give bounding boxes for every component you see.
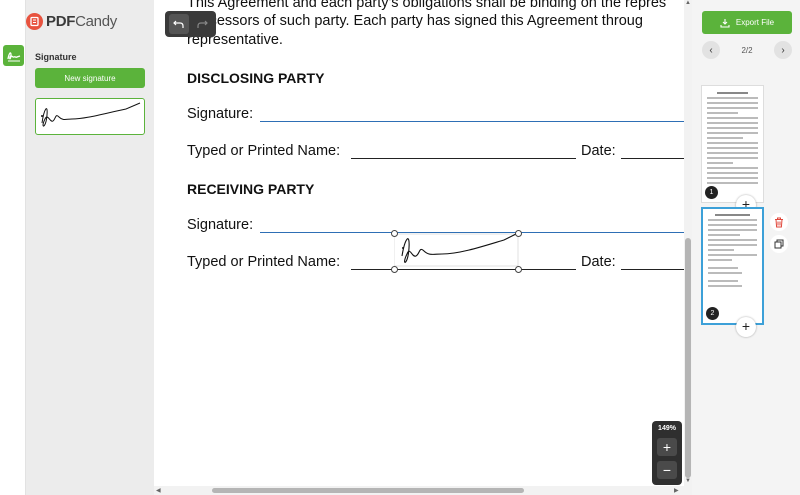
name-line-1 — [351, 158, 576, 159]
zoom-in-button[interactable]: + — [657, 438, 677, 456]
candy-logo-icon — [26, 12, 43, 30]
name-label-1: Typed or Printed Name: — [187, 143, 341, 159]
panel-title: Signature — [35, 52, 77, 62]
new-signature-button[interactable]: New signature — [35, 68, 145, 88]
undo-icon — [173, 20, 184, 28]
scroll-up-arrow[interactable]: ▲ — [685, 0, 691, 6]
receiving-party-heading: RECEIVING PARTY — [187, 181, 315, 197]
signature-panel: PDFCandy Signature New signature — [26, 0, 154, 495]
horizontal-scrollbar[interactable]: ◀ ▶ — [154, 486, 684, 495]
resize-handle-bottom-right[interactable] — [515, 266, 522, 273]
logo-text: PDFCandy — [46, 12, 117, 30]
date-line-2 — [621, 269, 684, 270]
delete-page-button[interactable] — [770, 213, 788, 231]
page-number-badge-1: 1 — [705, 186, 718, 199]
signature-icon — [6, 51, 20, 61]
left-rail — [0, 0, 26, 495]
pdfcandy-logo[interactable]: PDFCandy — [26, 10, 117, 32]
previous-page-button[interactable]: ‹ — [702, 41, 720, 59]
page-thumbnail-2-lines — [703, 209, 762, 287]
saved-signature-thumbnail[interactable] — [35, 98, 145, 135]
document-page[interactable]: This Agreement and each party's obligati… — [154, 0, 684, 495]
duplicate-icon — [774, 239, 784, 249]
signature-tool-button[interactable] — [3, 45, 24, 66]
zoom-control: 149% + − — [652, 421, 682, 485]
signature-line-1[interactable] — [260, 121, 684, 122]
signature-label-2: Signature: — [187, 217, 254, 233]
zoom-out-button[interactable]: − — [657, 461, 677, 479]
redo-icon — [197, 20, 208, 28]
export-file-label: Export File — [735, 18, 775, 27]
date-line-1 — [621, 158, 684, 159]
page-thumbnail-1-lines — [702, 86, 763, 184]
placed-signature[interactable] — [391, 230, 522, 273]
page-thumbnail-2[interactable]: 2 — [701, 207, 764, 325]
next-page-button[interactable]: › — [774, 41, 792, 59]
horizontal-scroll-thumb[interactable] — [212, 488, 524, 493]
download-icon — [720, 18, 730, 28]
redo-button[interactable] — [193, 14, 213, 34]
signature-drawing — [41, 102, 141, 127]
duplicate-page-button[interactable] — [770, 235, 788, 253]
page-navigation: ‹ 2/2 › — [702, 40, 792, 60]
page-number-badge-2: 2 — [706, 307, 719, 320]
scroll-right-arrow[interactable]: ▶ — [674, 487, 679, 494]
export-file-button[interactable]: Export File — [702, 11, 792, 34]
date-label-2: Date: — [581, 254, 616, 270]
doc-paragraph-line-1: This Agreement and each party's obligati… — [187, 0, 667, 11]
signature-label-1: Signature: — [187, 106, 254, 122]
page-counter: 2/2 — [741, 45, 753, 55]
page-thumbnail-1[interactable]: 1 — [701, 85, 764, 203]
scroll-left-arrow[interactable]: ◀ — [156, 487, 161, 494]
resize-handle-bottom-left[interactable] — [391, 266, 398, 273]
undo-redo-toolbar — [165, 11, 216, 37]
trash-icon — [775, 217, 783, 227]
doc-paragraph-line-2: successors of such party. Each party has… — [187, 13, 643, 29]
vertical-scroll-thumb[interactable] — [685, 238, 691, 478]
disclosing-party-heading: DISCLOSING PARTY — [187, 70, 325, 86]
vertical-scrollbar[interactable]: ▲ ▼ — [684, 0, 692, 495]
scroll-down-arrow[interactable]: ▼ — [685, 478, 691, 484]
pages-panel: Export File ‹ 2/2 › 1 + 2 + — [692, 0, 800, 495]
placed-signature-drawing — [394, 233, 519, 267]
zoom-level: 149% — [658, 425, 676, 432]
add-page-button-2[interactable]: + — [736, 317, 756, 337]
name-label-2: Typed or Printed Name: — [187, 254, 341, 270]
undo-button[interactable] — [168, 14, 189, 34]
date-label-1: Date: — [581, 143, 616, 159]
document-viewport[interactable]: This Agreement and each party's obligati… — [154, 0, 692, 495]
resize-handle-top-left[interactable] — [391, 230, 398, 237]
resize-handle-top-right[interactable] — [515, 230, 522, 237]
